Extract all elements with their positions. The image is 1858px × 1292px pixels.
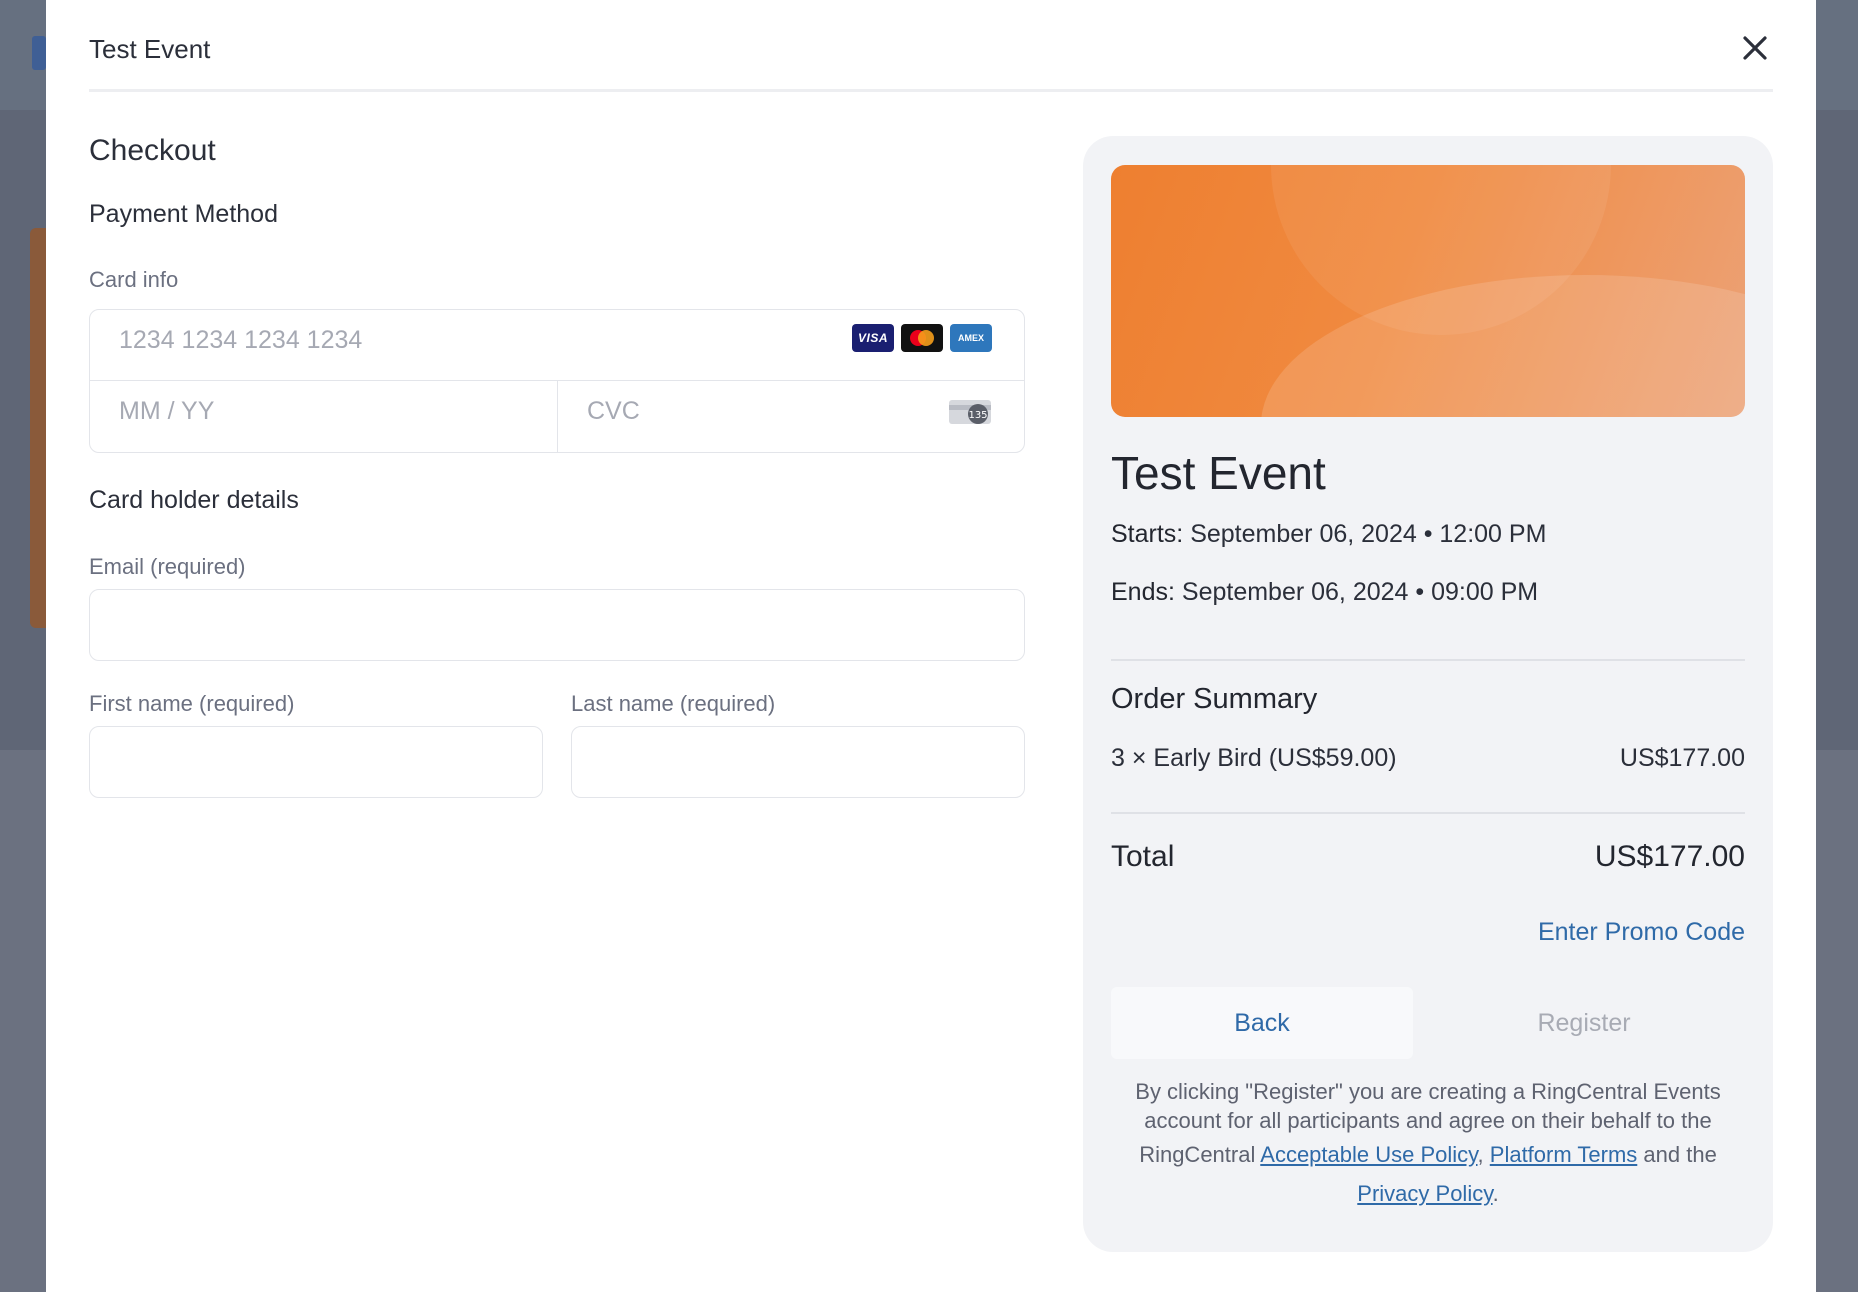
last-name-label: Last name (required) bbox=[571, 691, 775, 717]
total-label: Total bbox=[1111, 840, 1175, 873]
promo-code-link[interactable]: Enter Promo Code bbox=[1538, 918, 1745, 947]
legal-line-privacy: Privacy Policy. bbox=[1111, 1179, 1745, 1208]
order-item-price: US$177.00 bbox=[1619, 744, 1745, 772]
event-start-value: September 06, 2024 • 12:00 PM bbox=[1190, 520, 1547, 548]
first-name-label-text: First name bbox=[89, 691, 193, 716]
email-required-text: (required) bbox=[150, 554, 246, 579]
email-field[interactable] bbox=[89, 589, 1025, 661]
first-name-field[interactable] bbox=[89, 726, 543, 798]
close-icon bbox=[1743, 36, 1767, 60]
mastercard-icon bbox=[901, 324, 943, 352]
checkout-heading: Checkout bbox=[89, 134, 216, 167]
card-number-input[interactable]: 1234 1234 1234 1234 VISA AMEX bbox=[90, 310, 1024, 381]
close-button[interactable] bbox=[1737, 30, 1773, 66]
card-number-placeholder: 1234 1234 1234 1234 bbox=[119, 326, 363, 354]
cvc-input[interactable]: CVC bbox=[587, 397, 640, 426]
platform-terms-link[interactable]: Platform Terms bbox=[1490, 1142, 1638, 1167]
payment-method-heading: Payment Method bbox=[89, 200, 278, 228]
legal-line: By clicking "Register" you are creating … bbox=[1135, 1079, 1721, 1134]
event-banner bbox=[1111, 165, 1745, 417]
event-title: Test Event bbox=[1111, 447, 1326, 499]
amex-icon: AMEX bbox=[950, 324, 992, 352]
divider bbox=[1111, 812, 1745, 814]
card-row-expiry-cvc: MM / YY CVC 135 bbox=[90, 381, 1024, 452]
event-end: Ends: September 06, 2024 • 09:00 PM bbox=[1111, 578, 1538, 607]
expiry-placeholder: MM / YY bbox=[119, 397, 215, 425]
order-panel: Test Event Starts: September 06, 2024 • … bbox=[1083, 136, 1773, 1252]
last-name-required-text: (required) bbox=[679, 691, 776, 716]
first-name-label: First name (required) bbox=[89, 691, 294, 717]
expiry-input[interactable]: MM / YY bbox=[90, 381, 558, 452]
email-label: Email (required) bbox=[89, 554, 246, 580]
legal-comma: , bbox=[1477, 1141, 1484, 1167]
legal-and-the: and the bbox=[1643, 1141, 1717, 1167]
privacy-policy-link[interactable]: Privacy Policy bbox=[1357, 1181, 1492, 1206]
event-start-label: Starts: bbox=[1111, 520, 1184, 548]
event-start: Starts: September 06, 2024 • 12:00 PM bbox=[1111, 520, 1546, 549]
legal-notice: By clicking "Register" you are creating … bbox=[1111, 1077, 1745, 1208]
event-end-value: September 06, 2024 • 09:00 PM bbox=[1181, 578, 1539, 606]
card-info-label: Card info bbox=[89, 267, 179, 292]
last-name-label-text: Last name bbox=[571, 691, 674, 716]
checkout-modal: Test Event Checkout Payment Method Card … bbox=[46, 0, 1816, 1292]
register-button[interactable]: Register bbox=[1423, 987, 1745, 1059]
event-end-label: Ends: bbox=[1111, 578, 1175, 606]
total-value: US$177.00 bbox=[1594, 840, 1745, 873]
email-label-text: Email bbox=[89, 554, 145, 579]
last-name-field[interactable] bbox=[571, 726, 1025, 798]
legal-prefix: RingCentral bbox=[1139, 1141, 1256, 1167]
acceptable-use-policy-link[interactable]: Acceptable Use Policy bbox=[1260, 1142, 1477, 1167]
backdrop-logo bbox=[32, 36, 46, 70]
divider bbox=[1111, 659, 1745, 661]
order-summary-heading: Order Summary bbox=[1111, 683, 1318, 715]
legal-line-links: RingCentral Acceptable Use Policy, Platf… bbox=[1111, 1140, 1745, 1169]
back-button[interactable]: Back bbox=[1111, 987, 1413, 1059]
modal-header: Test Event bbox=[89, 0, 1773, 92]
visa-icon: VISA bbox=[852, 324, 894, 352]
cvc-icon-digits: 135 bbox=[968, 410, 987, 421]
legal-period: . bbox=[1492, 1180, 1499, 1206]
modal-title: Test Event bbox=[89, 34, 211, 64]
card-brands: VISA AMEX bbox=[852, 324, 992, 352]
first-name-required-text: (required) bbox=[199, 691, 295, 716]
card-info-field: 1234 1234 1234 1234 VISA AMEX MM / YY CV… bbox=[89, 309, 1025, 453]
cardholder-heading: Card holder details bbox=[89, 486, 299, 514]
order-item-label: 3 × Early Bird (US$59.00) bbox=[1111, 744, 1397, 772]
cvc-card-icon: 135 bbox=[949, 400, 991, 424]
